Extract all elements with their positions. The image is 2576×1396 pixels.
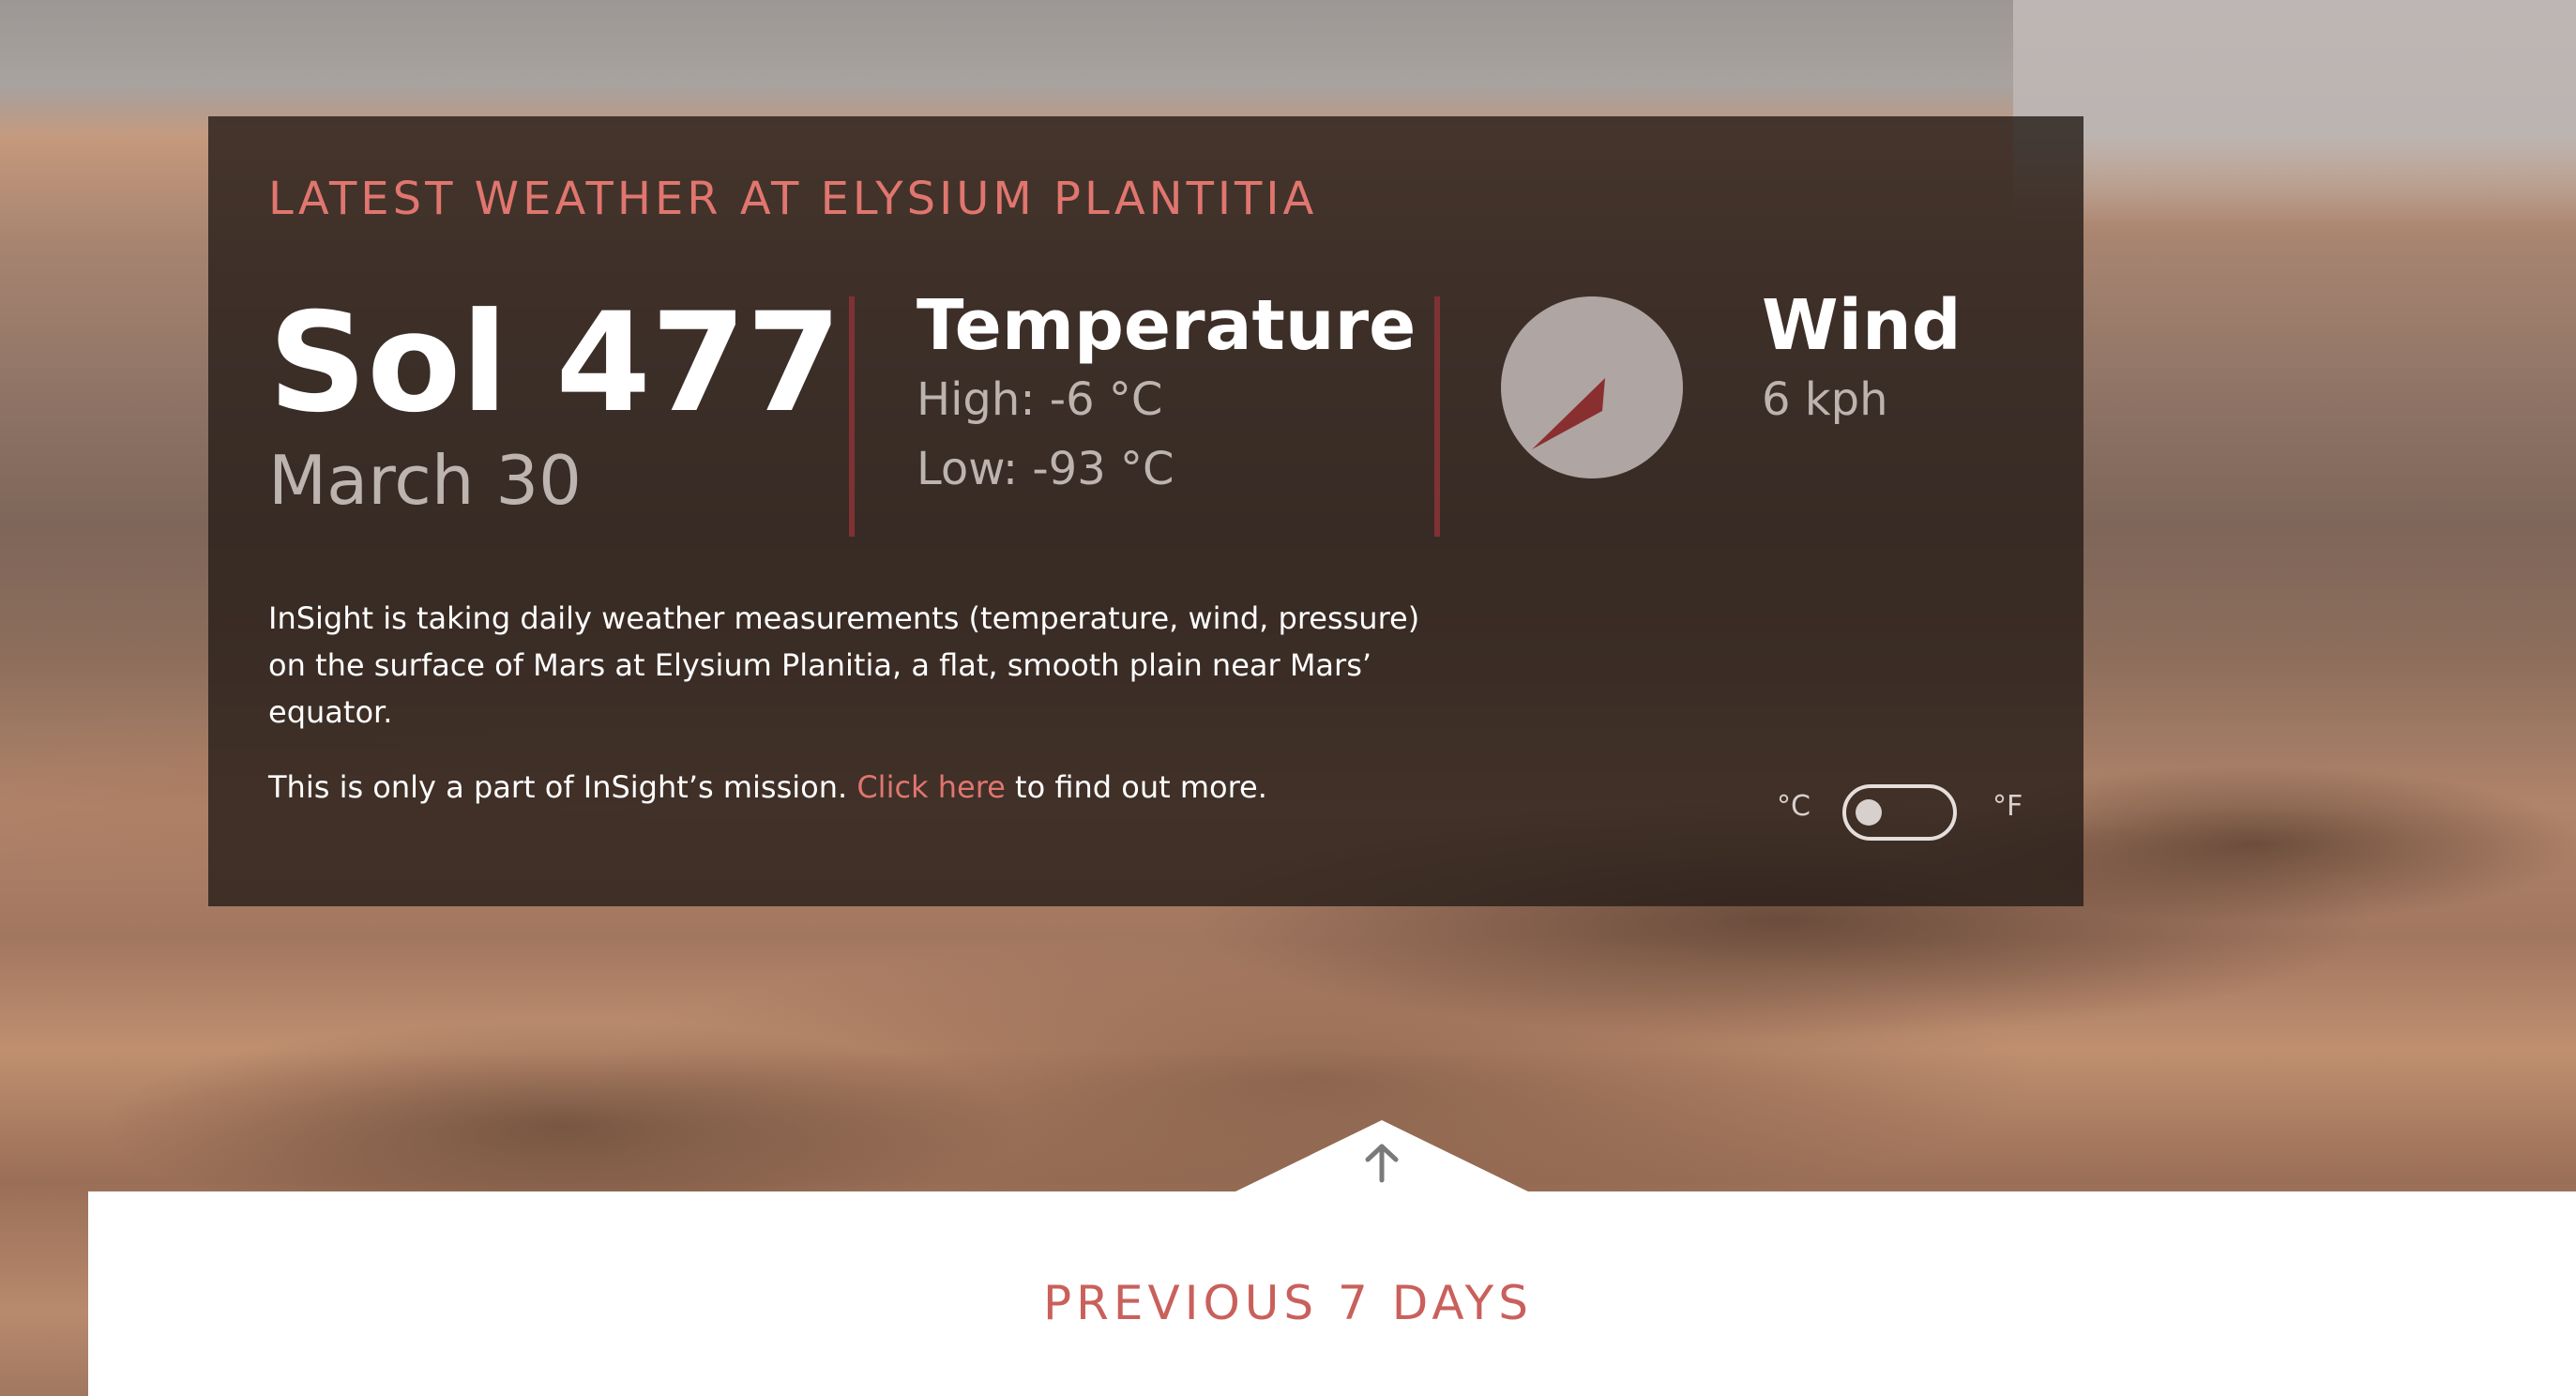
- wind-title: Wind: [1762, 285, 1962, 366]
- sol-number: Sol 477: [268, 283, 842, 443]
- compass-arrow-icon: [1532, 378, 1605, 449]
- current-weather-panel: LATEST WEATHER AT ELYSIUM PLANTITIA Sol …: [208, 116, 2084, 906]
- current-weather-heading: LATEST WEATHER AT ELYSIUM PLANTITIA: [268, 173, 1318, 225]
- mission-link[interactable]: Click here: [856, 769, 1006, 805]
- fahrenheit-label: °F: [1993, 790, 2023, 823]
- previous-days-heading: PREVIOUS 7 DAYS: [1043, 1276, 1533, 1330]
- celsius-label: °C: [1777, 790, 1811, 823]
- sky-right: [2013, 0, 2576, 225]
- arrow-up-icon[interactable]: [1362, 1141, 1402, 1184]
- divider: [1434, 296, 1440, 537]
- unit-toggle[interactable]: [1842, 784, 1957, 841]
- divider: [849, 296, 855, 537]
- temperature-high: High: -6 °C: [917, 373, 1163, 426]
- temperature-title: Temperature: [917, 285, 1417, 366]
- sol-date: March 30: [268, 441, 582, 520]
- toggle-knob: [1856, 799, 1882, 826]
- wind-compass: [1501, 296, 1683, 478]
- mission-suffix: to find out more.: [1005, 769, 1267, 805]
- mission-prefix: This is only a part of InSight’s mission…: [268, 769, 857, 805]
- mission-description: InSight is taking daily weather measurem…: [268, 600, 1420, 730]
- wind-speed: 6 kph: [1762, 373, 1888, 426]
- temperature-low: Low: -93 °C: [917, 443, 1174, 495]
- mission-more-info: This is only a part of InSight’s mission…: [268, 764, 1267, 811]
